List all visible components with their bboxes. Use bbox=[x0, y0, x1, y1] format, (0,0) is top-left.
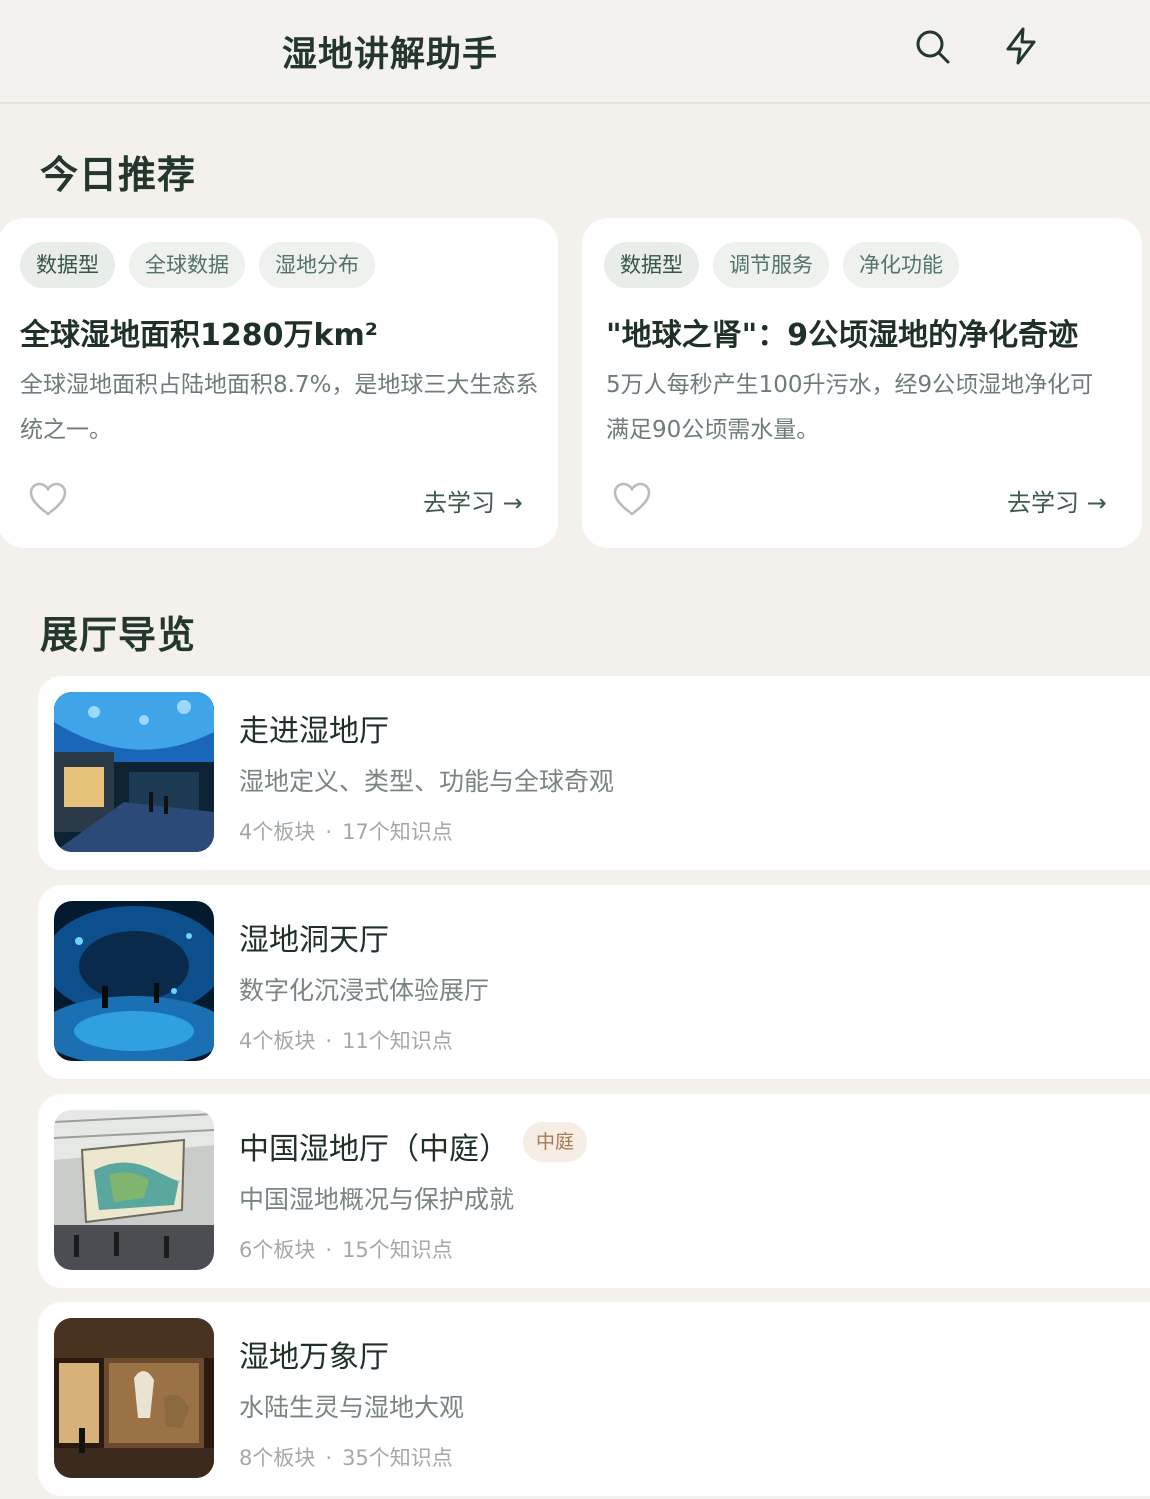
hall-meta: 8个板块 · 35个知识点 bbox=[239, 1442, 453, 1472]
location-badge: 中庭 bbox=[523, 1122, 588, 1162]
hall-item[interactable]: 中国湿地厅（中庭） 中庭 中国湿地概况与保护成就 6个板块 · 15个知识点 bbox=[38, 1094, 1150, 1288]
learn-link[interactable]: 去学习 → bbox=[1007, 483, 1107, 518]
hall-item[interactable]: 湿地洞天厅 数字化沉浸式体验展厅 4个板块 · 11个知识点 bbox=[38, 885, 1150, 1079]
block-count: 6个板块 bbox=[239, 1238, 316, 1262]
hall-meta: 6个板块 · 15个知识点 bbox=[239, 1234, 453, 1264]
card-description: 全球湿地面积占陆地面积8.7%，是地球三大生态系统之一。 bbox=[20, 372, 539, 443]
hall-subtitle: 湿地定义、类型、功能与全球奇观 bbox=[239, 767, 615, 796]
separator: · bbox=[325, 1029, 333, 1053]
point-count: 17个知识点 bbox=[342, 820, 453, 844]
card-description: 5万人每秒产生100升污水，经9公顷湿地净化可满足90公顷需水量。 bbox=[606, 372, 1094, 443]
tag[interactable]: 湿地分布 bbox=[259, 242, 375, 288]
hall-thumbnail bbox=[54, 1318, 214, 1478]
hall-name: 湿地万象厅 bbox=[239, 1340, 389, 1375]
hall-subtitle: 数字化沉浸式体验展厅 bbox=[239, 976, 490, 1005]
block-count: 8个板块 bbox=[239, 1446, 316, 1470]
tag[interactable]: 数据型 bbox=[604, 242, 699, 288]
separator: · bbox=[325, 1446, 333, 1470]
app-header: 湿地讲解助手 bbox=[0, 0, 1150, 104]
tag[interactable]: 数据型 bbox=[20, 242, 115, 288]
learn-link[interactable]: 去学习 → bbox=[423, 483, 523, 518]
heart-icon[interactable] bbox=[28, 480, 68, 520]
recommend-card[interactable]: 数据型 全球数据 湿地分布 全球湿地面积1280万km² 全球湿地面积占陆地面积… bbox=[0, 218, 558, 548]
tag[interactable]: 调节服务 bbox=[713, 242, 829, 288]
heart-icon[interactable] bbox=[612, 480, 652, 520]
hall-name: 中国湿地厅（中庭） bbox=[239, 1132, 509, 1167]
recommend-card[interactable]: 数据型 调节服务 净化功能 "地球之肾"：9公顷湿地的净化奇迹 5万人每秒产生1… bbox=[582, 218, 1142, 548]
hall-thumbnail bbox=[54, 901, 214, 1061]
hall-name: 湿地洞天厅 bbox=[239, 923, 389, 958]
card-title: "地球之肾"：9公顷湿地的净化奇迹 bbox=[606, 318, 1079, 353]
hall-item[interactable]: 湿地万象厅 水陆生灵与湿地大观 8个板块 · 35个知识点 bbox=[38, 1302, 1150, 1496]
hall-subtitle: 水陆生灵与湿地大观 bbox=[239, 1393, 465, 1422]
hall-subtitle: 中国湿地概况与保护成就 bbox=[239, 1185, 515, 1214]
section-title-today: 今日推荐 bbox=[40, 153, 197, 197]
separator: · bbox=[325, 1238, 333, 1262]
hall-meta: 4个板块 · 11个知识点 bbox=[239, 1025, 453, 1055]
tag-list: 数据型 调节服务 净化功能 bbox=[604, 242, 959, 288]
hall-item[interactable]: 走进湿地厅 湿地定义、类型、功能与全球奇观 4个板块 · 17个知识点 bbox=[38, 676, 1150, 870]
hall-meta: 4个板块 · 17个知识点 bbox=[239, 816, 453, 846]
search-icon[interactable] bbox=[912, 26, 952, 66]
tag[interactable]: 全球数据 bbox=[129, 242, 245, 288]
block-count: 4个板块 bbox=[239, 820, 316, 844]
tag[interactable]: 净化功能 bbox=[843, 242, 959, 288]
point-count: 15个知识点 bbox=[342, 1238, 453, 1262]
hall-thumbnail bbox=[54, 1110, 214, 1270]
hall-name: 走进湿地厅 bbox=[239, 714, 389, 749]
section-title-halls: 展厅导览 bbox=[40, 613, 197, 657]
hall-thumbnail bbox=[54, 692, 214, 852]
app-title: 湿地讲解助手 bbox=[282, 35, 499, 75]
point-count: 11个知识点 bbox=[342, 1029, 453, 1053]
point-count: 35个知识点 bbox=[342, 1446, 453, 1470]
separator: · bbox=[325, 820, 333, 844]
tag-list: 数据型 全球数据 湿地分布 bbox=[20, 242, 375, 288]
card-title: 全球湿地面积1280万km² bbox=[20, 318, 378, 353]
lightning-icon[interactable] bbox=[1001, 26, 1041, 66]
block-count: 4个板块 bbox=[239, 1029, 316, 1053]
